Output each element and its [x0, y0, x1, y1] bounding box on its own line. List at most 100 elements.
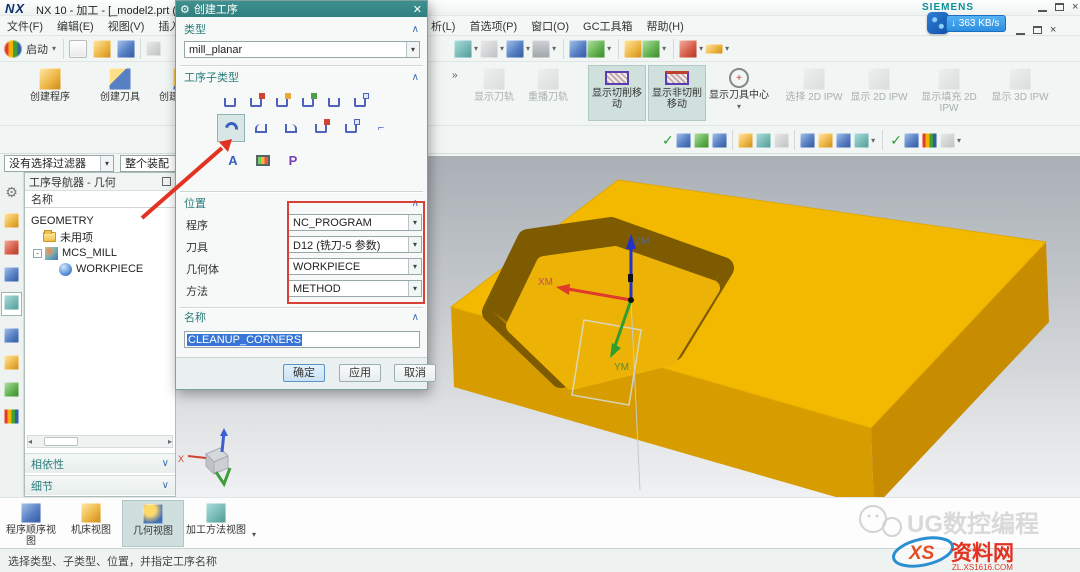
roller-gear-icon[interactable]: ⚙ [5, 184, 18, 201]
doc-close-icon[interactable]: × [1050, 25, 1056, 36]
tab-machine-tool-view[interactable]: 机床视图 [62, 500, 120, 547]
spray-caret-icon[interactable]: ▾ [699, 44, 703, 53]
tabs-overflow-caret-icon[interactable]: ▾ [252, 530, 256, 539]
analysis-icon[interactable] [624, 39, 643, 58]
start-menu-label[interactable]: 启动 [26, 41, 48, 57]
datum-plane-icon[interactable] [569, 39, 588, 58]
subtype-icon-face-milling[interactable] [271, 91, 293, 113]
show-cutting-moves-button[interactable]: 显示切削移动 [588, 65, 646, 121]
program-dropdown[interactable]: NC_PROGRAM ▾ [288, 214, 422, 231]
dialog-titlebar[interactable]: ⚙ 创建工序 ✕ [176, 1, 427, 17]
background-caret-icon[interactable]: ▾ [552, 44, 556, 53]
tool-center-caret-icon[interactable]: ▾ [737, 101, 741, 112]
subtype-icon-floor-wall-ipw[interactable] [245, 91, 267, 113]
toolbar-icon[interactable] [836, 132, 852, 148]
fit-view-caret-icon[interactable]: ▾ [474, 44, 478, 53]
menu-preferences[interactable]: 首选项(P) [462, 18, 524, 34]
toolbar-icon[interactable] [755, 132, 771, 148]
doc-restore-icon[interactable] [1033, 26, 1042, 34]
history-palette-icon[interactable] [4, 409, 19, 424]
toolbar-icon[interactable] [693, 132, 709, 148]
assembly-navigator-icon[interactable] [4, 213, 19, 228]
menu-gc-toolbox[interactable]: GC工具箱 [576, 18, 640, 34]
close-icon[interactable]: × [1072, 2, 1078, 13]
details-section-header[interactable]: 细节 ∨ [25, 475, 175, 495]
tab-machining-method-view[interactable]: 加工方法视图 [186, 500, 246, 547]
toolbar-caret-icon[interactable]: ▾ [957, 136, 961, 145]
save-icon[interactable] [117, 39, 136, 58]
dependencies-section-header[interactable]: 相依性 ∨ [25, 453, 175, 473]
tree-row-workpiece[interactable]: WORKPIECE [25, 261, 175, 277]
menu-help[interactable]: 帮助(H) [640, 18, 691, 34]
create-tool-button[interactable]: 创建刀具 [88, 65, 152, 121]
horizontal-scrollbar[interactable]: ◂ ▸ [27, 435, 173, 448]
location-section-header[interactable]: 位置 ∧ [176, 195, 427, 211]
cut-icon[interactable] [146, 41, 162, 56]
constraint-navigator-icon[interactable] [4, 240, 19, 255]
subtype-icon-floor-wall[interactable] [219, 91, 241, 113]
operation-name-field[interactable]: CLEANUP_CORNERS [184, 331, 420, 348]
render-style-caret-icon[interactable]: ▾ [500, 44, 504, 53]
start-caret-icon[interactable]: ▾ [52, 44, 56, 53]
toolbar-overflow-chevron[interactable]: » [452, 70, 458, 81]
replay-toolpath-button[interactable]: 重播刀轨 [522, 65, 574, 121]
subtype-icon-cleanup-corners[interactable] [220, 117, 242, 139]
ruler-caret-icon[interactable]: ▾ [725, 44, 729, 53]
tree-row-mcs-mill[interactable]: - MCS_MILL [25, 245, 175, 261]
new-file-icon[interactable] [69, 39, 88, 58]
subtype-icon-mill-user[interactable]: P [282, 149, 304, 171]
reuse-library-icon[interactable] [4, 355, 19, 370]
subtype-icon-face-milling-manual[interactable] [297, 91, 319, 113]
toolbar-icon[interactable] [773, 132, 789, 148]
datum-caret-icon[interactable]: ▾ [607, 44, 611, 53]
type-section-header[interactable]: 类型 ∧ [176, 21, 427, 37]
hd3d-tools-icon[interactable] [4, 382, 19, 397]
subtype-icon-groove-milling[interactable] [310, 117, 332, 139]
scrollbar-thumb[interactable] [44, 437, 78, 446]
show-3d-ipw-button[interactable]: 显示 3D IPW [989, 65, 1051, 121]
verify-icon[interactable]: ✓ [890, 132, 902, 149]
menu-edit[interactable]: 编辑(E) [50, 18, 101, 34]
toolbar-icon[interactable] [675, 132, 691, 148]
operation-navigator-icon[interactable] [1, 292, 22, 316]
subtype-icon-planar-text[interactable]: A [222, 149, 244, 171]
spray-icon[interactable] [679, 39, 698, 58]
tool-dropdown[interactable]: D12 (铣刀-5 参数) ▾ [288, 236, 422, 253]
show-2d-ipw-button[interactable]: 显示 2D IPW [849, 65, 909, 121]
doc-minimize-icon[interactable] [1016, 32, 1025, 35]
subtype-icon-planar-profile[interactable] [349, 91, 371, 113]
maximize-icon[interactable] [1055, 3, 1064, 11]
collapse-expander-icon[interactable]: - [33, 248, 42, 258]
name-section-header[interactable]: 名称 ∧ [176, 309, 427, 325]
machine-tool-navigator-icon[interactable] [4, 328, 19, 343]
toolbar-icon[interactable] [921, 132, 937, 148]
tree-row-geometry[interactable]: GEOMETRY [25, 213, 175, 229]
background-icon[interactable] [532, 39, 551, 58]
ruler-icon[interactable] [705, 43, 724, 54]
flag-icon[interactable] [737, 132, 753, 148]
show-tool-center-button[interactable]: + 显示刀具中心 ▾ [708, 65, 770, 121]
measure-icon[interactable] [642, 39, 661, 58]
tab-program-order-view[interactable]: 程序顺序视图 [2, 500, 60, 547]
scroll-left-icon[interactable]: ◂ [28, 437, 32, 446]
tree-row-unused[interactable]: 未用项 [25, 229, 175, 245]
orient-view-caret-icon[interactable]: ▾ [526, 44, 530, 53]
subtype-icon-hole-milling[interactable] [340, 117, 362, 139]
subtype-section-header[interactable]: 工序子类型 ∧ [176, 69, 427, 85]
part-navigator-icon[interactable] [4, 267, 19, 282]
show-noncutting-moves-button[interactable]: 显示非切削移动 [648, 65, 706, 121]
toolbar-icon[interactable] [818, 132, 834, 148]
menu-window[interactable]: 窗口(O) [524, 18, 576, 34]
subtype-icon-thread-milling[interactable]: ⌐ [370, 117, 392, 139]
subtype-icon-finish-walls[interactable] [250, 117, 272, 139]
selection-filter-dropdown[interactable]: 没有选择过滤器 ▾ [4, 154, 114, 172]
method-dropdown[interactable]: METHOD ▾ [288, 280, 422, 297]
toolbar-caret-icon[interactable]: ▾ [871, 136, 875, 145]
toolbar-icon[interactable] [854, 132, 870, 148]
ok-button[interactable]: 确定 [283, 364, 325, 382]
render-style-icon[interactable] [480, 39, 499, 58]
select-2d-ipw-button[interactable]: 选择 2D IPW [785, 65, 843, 121]
generate-toolpath-icon[interactable]: ✓ [662, 132, 674, 149]
create-program-button[interactable]: 创建程序 [18, 65, 82, 121]
float-panel-icon[interactable] [162, 177, 171, 186]
